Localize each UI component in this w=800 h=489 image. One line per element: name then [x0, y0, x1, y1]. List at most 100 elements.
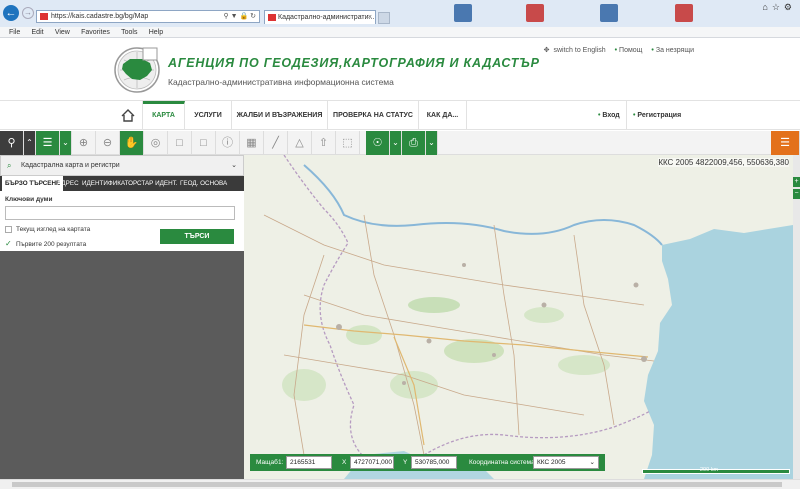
url-text: https://kais.cadastre.bg/bg/Map — [51, 13, 149, 20]
y-coordinate-input[interactable]: 530785,000 — [411, 456, 457, 469]
help-link[interactable]: Помощ — [619, 47, 642, 54]
nav-complaints[interactable]: ЖАЛБИ И ВЪЗРАЖЕНИЯ — [232, 101, 328, 129]
agency-subtitle: Кадастрално-административна информационн… — [168, 77, 394, 87]
agency-logo[interactable] — [112, 46, 162, 94]
x-coordinate-input[interactable]: 4727071,000 — [350, 456, 394, 469]
chevron-down-icon[interactable]: ⌄ — [390, 131, 402, 155]
browser-tab[interactable]: Кадастрално-администрати... × — [264, 10, 376, 24]
bullet-icon: • — [598, 112, 601, 119]
new-tab-button[interactable] — [378, 12, 390, 24]
nav-how-to[interactable]: КАК ДА... — [419, 101, 467, 129]
tab-old-identifier[interactable]: СТАР ИДЕНТ. — [137, 176, 178, 191]
nav-services[interactable]: УСЛУГИ — [185, 101, 232, 129]
back-arrow-icon[interactable]: ← — [3, 5, 19, 21]
switch-language-link[interactable]: switch to English — [554, 47, 606, 54]
zoom-in-icon[interactable]: ⊕ — [72, 131, 96, 155]
visually-impaired-link[interactable]: За незрящи — [656, 47, 694, 54]
chevron-down-icon[interactable]: ⌄ — [60, 131, 72, 155]
pinned-app-icon[interactable] — [526, 4, 544, 22]
search-icon[interactable]: ⚲ — [0, 131, 24, 155]
scale-prefix: 1: — [278, 459, 284, 466]
zoom-in-strip-icon[interactable]: + — [793, 177, 800, 187]
pinned-app-icon[interactable] — [675, 4, 693, 22]
map-canvas[interactable]: ККС 2005 4822009,456, 550636,380 — [244, 155, 793, 479]
map-zoom-strip: + − — [793, 155, 800, 479]
header-links: ✥ switch to English • Помощ • За незрящи — [537, 46, 694, 54]
site-header: АГЕНЦИЯ ПО ГЕОДЕЗИЯ,КАРТОГРАФИЯ И КАДАСТ… — [0, 38, 800, 100]
search-sidebar: ⌕ Кадастрална карта и регистри ⌄ БЪРЗО Т… — [0, 155, 244, 479]
checkbox-unchecked-icon — [5, 226, 12, 233]
crs-label: Координатна система — [469, 459, 535, 466]
upload-icon[interactable]: ⇧ — [312, 131, 336, 155]
layer-icon: ⌕ — [7, 161, 12, 170]
x-label: X — [342, 459, 347, 466]
full-extent-globe-icon[interactable]: ◎ — [144, 131, 168, 155]
zoom-out-strip-icon[interactable]: − — [793, 189, 800, 199]
placemark-icon[interactable]: ☉ — [366, 131, 390, 155]
main-nav: КАРТА УСЛУГИ ЖАЛБИ И ВЪЗРАЖЕНИЯ ПРОВЕРКА… — [0, 100, 800, 130]
select-feature-icon[interactable]: ▦ — [240, 131, 264, 155]
map-toolbar: ⚲ ⌃ ☰ ⌄ ⊕ ⊖ ✋ ◎ □ □ ⓘ ▦ ╱ △ ⇧ ⬚ ☉ ⌄ ⎙ ⌄ … — [0, 131, 800, 155]
login-link[interactable]: • Вход — [598, 101, 620, 129]
menu-view[interactable]: View — [55, 27, 70, 38]
keywords-label: Ключови думи — [5, 196, 53, 203]
home-button[interactable] — [113, 101, 143, 129]
menu-file[interactable]: File — [9, 27, 20, 38]
chevron-down-icon[interactable]: ⌄ — [426, 131, 438, 155]
chevron-up-icon[interactable]: ⌃ — [24, 131, 36, 155]
zoom-out-icon[interactable]: ⊖ — [96, 131, 120, 155]
chevron-down-icon: ⌄ — [231, 162, 237, 169]
menu-edit[interactable]: Edit — [32, 27, 44, 38]
tab-title: Кадастрално-администрати... — [278, 14, 375, 21]
search-tabs: БЪРЗО ТЪРСЕНЕ АДРЕС ИДЕНТИФИКАТОР СТАР И… — [0, 176, 244, 191]
register-label: Регистрация — [637, 112, 682, 119]
current-view-label: Текущ изглед на картата — [16, 226, 91, 234]
menu-help[interactable]: Help — [149, 27, 163, 38]
horizontal-scrollbar[interactable] — [0, 479, 800, 489]
y-label: Y — [403, 459, 408, 466]
forward-arrow-icon[interactable]: → — [22, 7, 34, 19]
first-200-checkbox[interactable]: ✓ Първите 200 резултата — [5, 239, 86, 248]
next-extent-icon[interactable]: □ — [192, 131, 216, 155]
select-rectangle-icon[interactable]: ⬚ — [336, 131, 360, 155]
info-icon[interactable]: ⓘ — [216, 131, 240, 155]
layers-icon[interactable]: ☰ — [36, 131, 60, 155]
print-icon[interactable]: ⎙ — [402, 131, 426, 155]
measure-distance-icon[interactable]: ╱ — [264, 131, 288, 155]
measure-area-icon[interactable]: △ — [288, 131, 312, 155]
scrollbar-thumb[interactable] — [12, 482, 782, 487]
first-200-label: Първите 200 резултата — [16, 241, 87, 248]
nav-map[interactable]: КАРТА — [143, 101, 185, 129]
tab-geodetic-base[interactable]: ГЕОД. ОСНОВА — [180, 176, 227, 191]
menu-bar: File Edit View Favorites Tools Help — [0, 27, 800, 38]
checkmark-icon: ✓ — [5, 239, 12, 248]
pinned-app-icon[interactable] — [454, 4, 472, 22]
pan-hand-icon[interactable]: ✋ — [120, 131, 144, 155]
tab-quick-search[interactable]: БЪРЗО ТЪРСЕНЕ — [2, 176, 64, 191]
address-bar[interactable]: https://kais.cadastre.bg/bg/Map ⚲ ▼ 🔒 ↻ — [36, 10, 260, 23]
login-label: Вход — [602, 112, 620, 119]
tab-identifier[interactable]: ИДЕНТИФИКАТОР — [82, 176, 137, 191]
scale-label: Мащаб — [256, 459, 278, 466]
close-tab-icon[interactable]: × — [368, 11, 372, 24]
scale-input[interactable]: 2165531 — [286, 456, 332, 469]
tab-address[interactable]: АДРЕС — [57, 176, 79, 191]
menu-favorites[interactable]: Favorites — [81, 27, 110, 38]
crs-select[interactable]: ККС 2005 ⌄ — [533, 456, 599, 469]
agency-title: АГЕНЦИЯ ПО ГЕОДЕЗИЯ,КАРТОГРАФИЯ И КАДАСТ… — [168, 56, 540, 70]
home-icon — [121, 109, 135, 122]
pinned-app-icon[interactable] — [600, 4, 618, 22]
keywords-input[interactable] — [5, 206, 235, 220]
previous-extent-icon[interactable]: □ — [168, 131, 192, 155]
globe-icon: ✥ — [543, 47, 550, 54]
window-controls[interactable]: ⌂☆⚙ — [762, 2, 796, 13]
tab-favicon-icon — [268, 14, 276, 21]
current-view-checkbox[interactable]: Текущ изглед на картата — [5, 226, 90, 233]
search-button[interactable]: ТЪРСИ — [160, 229, 234, 244]
menu-tools[interactable]: Tools — [121, 27, 137, 38]
register-link[interactable]: • Регистрация — [626, 101, 681, 129]
address-controls[interactable]: ⚲ ▼ 🔒 ↻ — [224, 11, 256, 22]
legend-menu-icon[interactable]: ☰ — [771, 131, 800, 155]
layer-dropdown[interactable]: ⌕ Кадастрална карта и регистри ⌄ — [0, 155, 244, 176]
nav-status-check[interactable]: ПРОВЕРКА НА СТАТУС — [328, 101, 419, 129]
